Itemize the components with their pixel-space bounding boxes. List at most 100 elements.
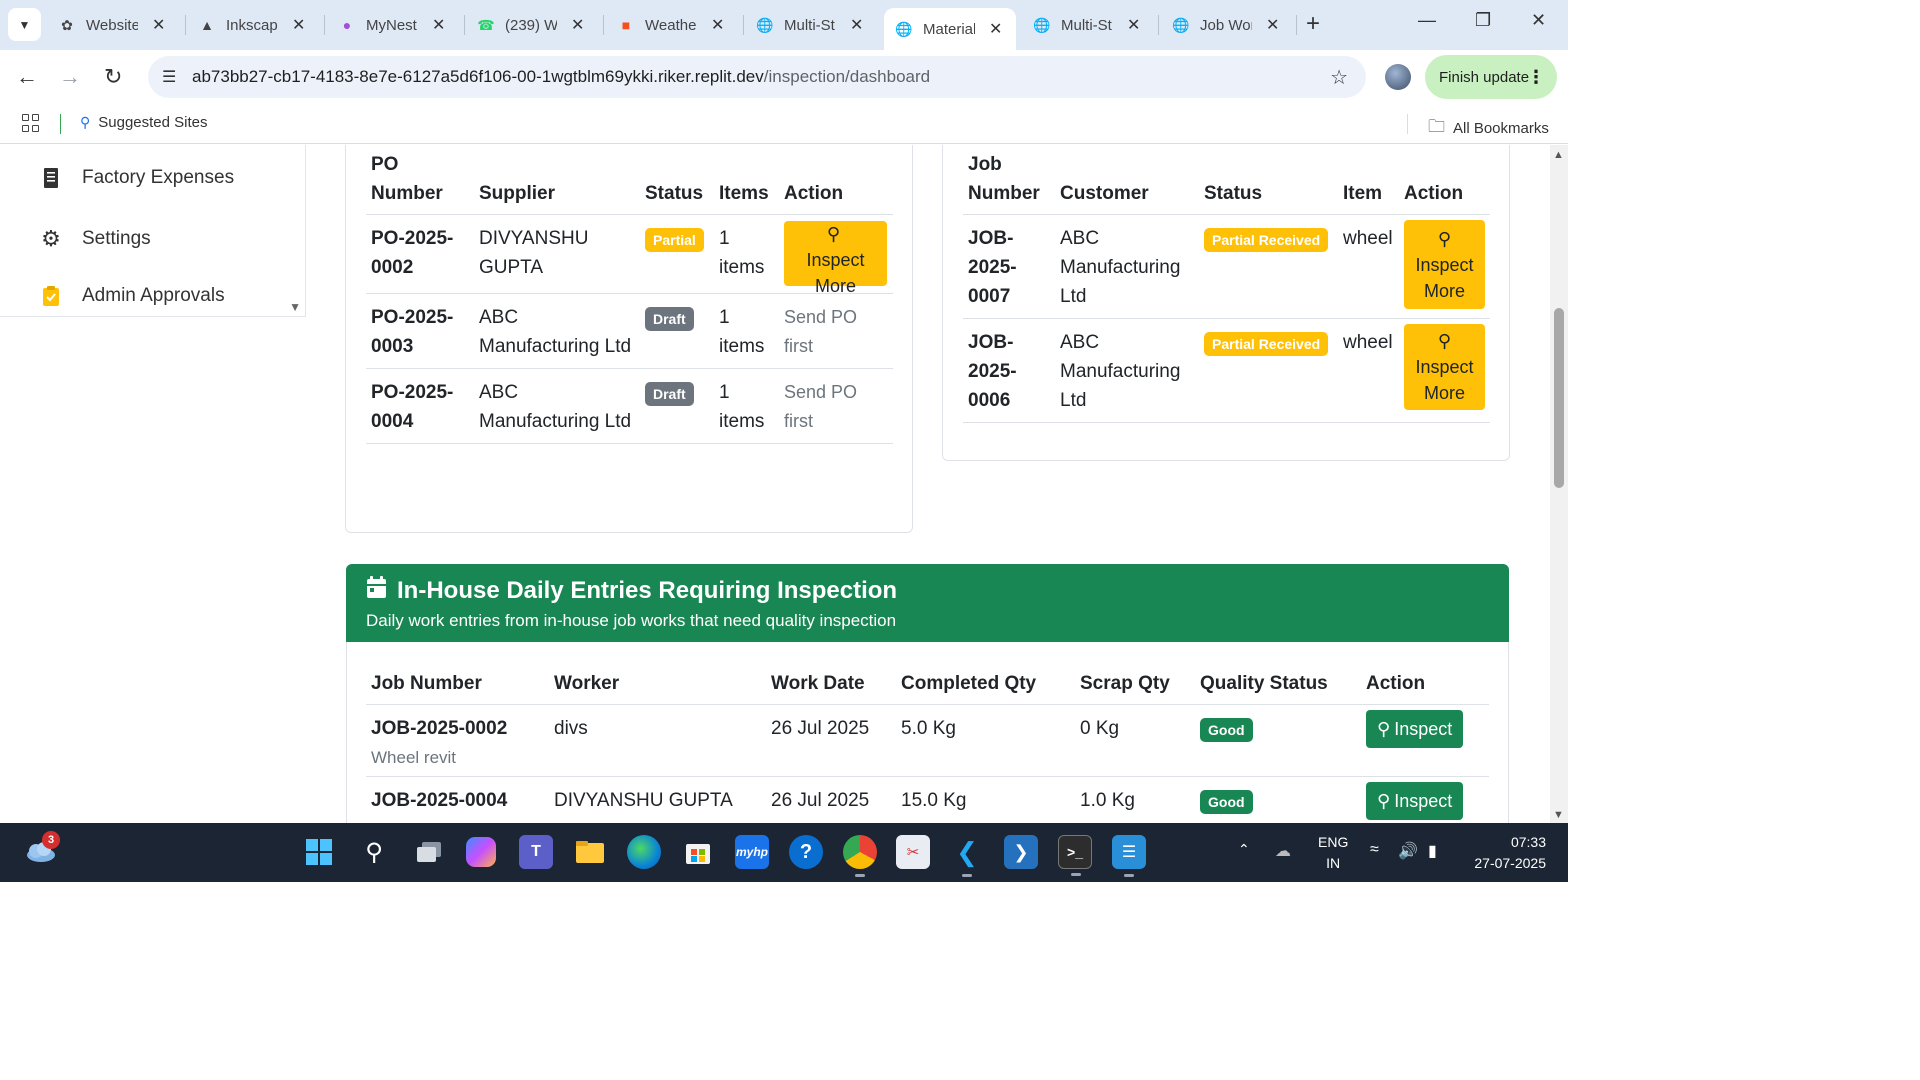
weather-widget-icon[interactable]: 3 (22, 831, 60, 869)
worker: DIVYANSHU GUPTA (549, 776, 766, 823)
tab-job-work[interactable]: 🌐 Job Wor ✕ (1172, 8, 1279, 42)
scrap-qty: 1.0 Kg (1075, 776, 1195, 823)
notification-badge: 3 (42, 831, 60, 849)
vscode-icon[interactable]: ❮ (950, 835, 984, 877)
sidebar-item-factory-expenses[interactable]: Factory Expenses (38, 167, 234, 189)
sidebar-item-label: Admin Approvals (82, 285, 225, 306)
site-info-icon[interactable]: ☰ (162, 67, 182, 87)
po-number: PO-2025-0004 (366, 368, 474, 444)
sidebar-item-settings[interactable]: ⚙ Settings (38, 226, 151, 252)
tab-weather[interactable]: ■ Weather ✕ (617, 8, 725, 42)
apps-grid-icon[interactable] (22, 114, 40, 132)
close-icon[interactable]: ✕ (850, 15, 863, 35)
close-icon[interactable]: ✕ (571, 15, 584, 35)
inspect-more-button[interactable]: ⚲ Inspect More (1404, 324, 1485, 410)
search-icon: ⚲ (1377, 790, 1391, 811)
finish-update-button[interactable]: Finish update ⋮ (1425, 55, 1557, 99)
address-bar[interactable]: ☰ ab73bb27-cb17-4183-8e7e-6127a5d6f106-0… (148, 56, 1366, 98)
globe-icon: 🌐 (1033, 16, 1051, 33)
system-clock[interactable]: 07:33 27-07-2025 (1468, 832, 1546, 874)
page-scrollbar[interactable]: ▲ ▼ (1550, 145, 1568, 823)
tab-whatsapp[interactable]: ☎ (239) W ✕ (477, 8, 584, 42)
close-icon[interactable]: ✕ (152, 15, 165, 35)
column-header: Item (1338, 150, 1399, 215)
chrome-icon[interactable] (843, 835, 877, 877)
profile-avatar[interactable] (1385, 64, 1411, 90)
column-header: Worker (549, 669, 766, 705)
bookmark-suggested-sites[interactable]: ⚲ Suggested Sites (80, 114, 208, 131)
new-tab-button[interactable]: + (1306, 10, 1320, 38)
onedrive-icon[interactable]: ☁ (1275, 841, 1291, 861)
close-icon[interactable]: ✕ (432, 15, 445, 35)
copilot-icon[interactable] (466, 837, 496, 867)
scrollbar-thumb[interactable] (1554, 308, 1564, 488)
restore-icon[interactable]: ❐ (1475, 10, 1491, 31)
microsoft-store-icon[interactable] (681, 835, 715, 869)
url-text[interactable]: ab73bb27-cb17-4183-8e7e-6127a5d6f106-00-… (192, 67, 930, 87)
globe-icon: 🌐 (1172, 16, 1190, 33)
bookmark-star-icon[interactable]: ☆ (1330, 65, 1348, 90)
sidebar-item-admin-approvals[interactable]: Admin Approvals (38, 285, 225, 307)
teams-icon[interactable]: T (519, 835, 553, 869)
battery-icon[interactable]: ▮ (1428, 841, 1437, 861)
tab-website[interactable]: ✿ Website ✕ (58, 8, 165, 42)
forward-icon[interactable]: → (59, 64, 81, 90)
all-bookmarks-button[interactable]: 🗀 All Bookmarks (1428, 114, 1549, 143)
wifi-icon[interactable]: ≈ (1370, 841, 1379, 859)
myhp-icon[interactable]: myhp (735, 835, 769, 869)
file-explorer-icon[interactable] (573, 835, 607, 869)
status-badge: Partial Received (1204, 228, 1329, 252)
inspect-more-button[interactable]: ⚲ Inspect More (1404, 220, 1485, 309)
windows-start-icon[interactable] (302, 835, 336, 869)
tab-title: Material (923, 20, 975, 38)
completed-qty: 5.0 Kg (896, 704, 1075, 777)
items-count: 1 items (714, 293, 779, 369)
minimize-icon[interactable]: — (1418, 10, 1436, 31)
tab-multi-st-2[interactable]: 🌐 Multi-St ✕ (1033, 8, 1140, 42)
tab-mynest[interactable]: ● MyNest ✕ (338, 8, 446, 42)
help-icon[interactable]: ? (789, 835, 823, 869)
inspect-more-button[interactable]: ⚲ Inspect More (784, 221, 887, 296)
scroll-up-icon[interactable]: ▲ (1553, 149, 1564, 161)
tab-material-active[interactable]: 🌐 Material ✕ (884, 8, 1016, 50)
close-icon[interactable]: ✕ (711, 15, 724, 35)
bookmarks-bar: ⚲ Suggested Sites 🗀 All Bookmarks (0, 104, 1568, 144)
tab-inkscape[interactable]: ▲ Inkscape ✕ (198, 8, 305, 42)
snipping-tool-icon[interactable]: ✂ (896, 835, 930, 869)
inspect-button[interactable]: ⚲ Inspect (1366, 782, 1464, 820)
send-po-first-text: Send PO first (779, 293, 893, 369)
powershell-icon[interactable]: ❯ (1004, 835, 1038, 869)
close-icon[interactable]: ✕ (989, 19, 1002, 39)
work-date: 26 Jul 2025 (766, 776, 896, 823)
items-count: 1 items (714, 214, 779, 294)
reload-icon[interactable]: ↻ (104, 64, 122, 90)
job-subtitle: Wheel revit (371, 815, 544, 823)
scroll-down-icon[interactable]: ▼ (1553, 809, 1564, 821)
tab-search-button[interactable]: ▼ (8, 8, 41, 41)
inspect-button[interactable]: ⚲ Inspect (1366, 710, 1464, 748)
close-icon[interactable]: ✕ (1266, 15, 1279, 35)
openai-icon: ✿ (61, 16, 73, 33)
tab-title: Job Wor (1200, 16, 1252, 34)
volume-icon[interactable]: 🔊 (1398, 841, 1418, 861)
tab-multi-st-1[interactable]: 🌐 Multi-St ✕ (756, 8, 863, 42)
edge-icon[interactable] (627, 835, 661, 869)
chevron-up-icon[interactable]: ⌃ (1238, 841, 1250, 858)
terminal-icon[interactable]: >_ (1058, 835, 1092, 876)
search-icon[interactable]: ⚲ (357, 835, 391, 869)
language-indicator[interactable]: ENG IN (1318, 832, 1348, 874)
page-viewport: Factory Expenses ⚙ Settings Admin Approv… (0, 145, 1568, 823)
po-number: PO-2025-0002 (366, 214, 474, 294)
sidebar-item-label: Settings (82, 228, 151, 249)
close-icon[interactable]: ✕ (1127, 15, 1140, 35)
tab-title: Multi-St (784, 16, 835, 34)
window-close-icon[interactable]: ✕ (1531, 10, 1546, 31)
inhouse-title: In-House Daily Entries Requiring Inspect… (366, 576, 897, 606)
menu-dots-icon[interactable]: ⋮ (1527, 67, 1545, 88)
task-view-icon[interactable] (412, 835, 446, 869)
scrap-qty: 0 Kg (1075, 704, 1195, 777)
notepad-icon[interactable]: ☰ (1112, 835, 1146, 877)
sidebar-scroll-down-icon[interactable]: ▼ (289, 300, 301, 314)
back-icon[interactable]: ← (16, 64, 38, 90)
close-icon[interactable]: ✕ (292, 15, 305, 35)
